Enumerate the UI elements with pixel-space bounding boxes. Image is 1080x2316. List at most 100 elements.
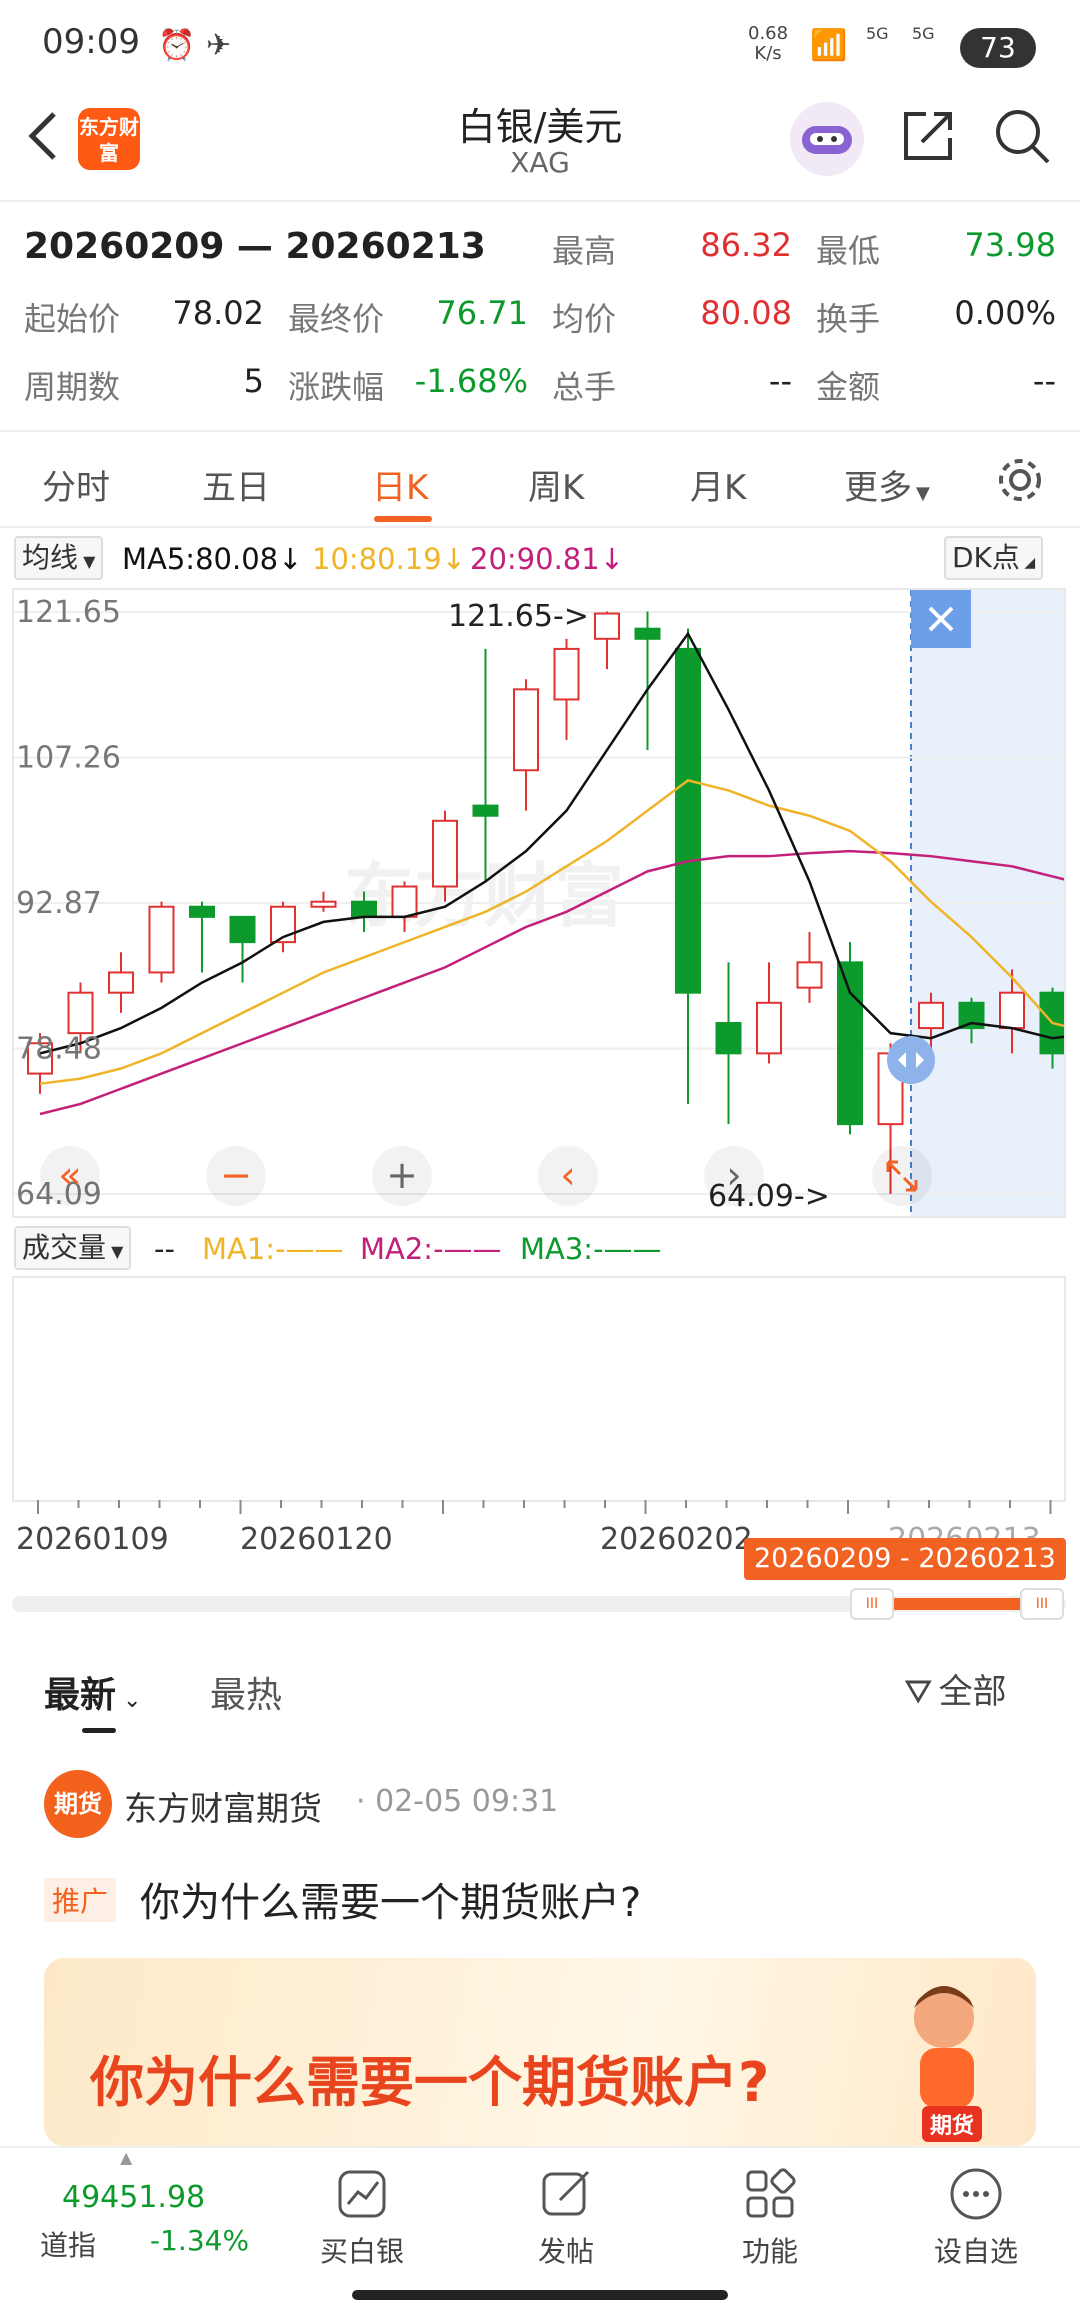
clock: 09:09 (42, 22, 140, 62)
chart-box-icon (338, 2170, 386, 2218)
chart-control-icon: + (386, 1153, 418, 1197)
author-avatar[interactable]: 期货 (44, 1770, 112, 1838)
amount-label: 金额 (816, 368, 881, 406)
filter-button[interactable]: ⛛ 全部 (904, 1664, 1007, 1713)
chart-control-icon: « (58, 1153, 81, 1197)
range-slider-right-handle[interactable]: III (1020, 1588, 1064, 1620)
avg-label: 均价 (552, 300, 617, 338)
index-value[interactable]: 49451.98 (62, 2180, 205, 2215)
candle-body (594, 612, 620, 640)
chart-settings-button[interactable] (994, 454, 1046, 506)
tab-five-day[interactable]: 五日 (202, 460, 270, 509)
date-axis: 20260109 20260120 20260202 20260213 2026… (0, 1500, 1080, 1580)
volume-selector[interactable]: 成交量 ▼ (14, 1226, 132, 1270)
share-icon (904, 112, 952, 160)
candle-body (715, 1022, 742, 1055)
tab-monthly-k[interactable]: 月K (690, 460, 746, 509)
vol-ma3: MA3:-—— (520, 1232, 662, 1266)
gear-icon (999, 459, 1041, 501)
period-tabs: 分时 五日 日K 周K 月K 更多 ▼ (0, 432, 1080, 528)
signal-5g-1: 5G (866, 24, 889, 43)
range-badge: 20260209 - 20260213 (744, 1538, 1066, 1580)
promo-tag: 推广 (44, 1878, 117, 1922)
search-icon (996, 110, 1050, 164)
signal-5g-2: 5G (912, 24, 935, 43)
vol-ma2: MA2:-—— (360, 1232, 502, 1266)
back-button[interactable] (18, 100, 68, 170)
post-banner[interactable]: 你为什么需要一个期货账户? 期货 (44, 1958, 1036, 2146)
close-value: 76.71 (436, 294, 528, 332)
selection-drag-handle (887, 1036, 935, 1084)
ma-selector[interactable]: 均线 ▼ (14, 536, 104, 580)
share-button[interactable] (896, 104, 960, 168)
open-label: 起始价 (24, 300, 121, 338)
range-slider-track[interactable]: III III (12, 1588, 1066, 1620)
battery-indicator: 73 (960, 28, 1036, 68)
turnover-label: 换手 (816, 300, 881, 338)
banner-text: 你为什么需要一个期货账户? (90, 2051, 770, 2114)
y-axis-label: 92.87 (16, 886, 102, 921)
functions-button[interactable]: 功能 (700, 2166, 840, 2270)
range-stats-panel: 20260209 — 20260213 最高 86.32 最低 73.98 起始… (0, 204, 1080, 432)
candle-body (918, 1001, 944, 1030)
post-title[interactable]: 你为什么需要一个期货账户? (140, 1870, 641, 1928)
author-name[interactable]: 东方财富期货 (124, 1782, 322, 1830)
tab-intraday[interactable]: 分时 (42, 460, 110, 509)
date-label-2: 20260120 (240, 1522, 393, 1557)
back-arrow-icon (28, 112, 56, 160)
candle-body (999, 991, 1025, 1030)
y-axis-label: 121.65 (16, 595, 121, 630)
tab-hot[interactable]: 最热 (210, 1666, 282, 1718)
filter-icon: ⛛ (904, 1672, 933, 1712)
candle-body (310, 900, 337, 908)
robot-icon (802, 126, 852, 154)
y-axis-label: 78.48 (16, 1032, 102, 1067)
candle-body (148, 905, 175, 974)
ma20-value: 20:90.81↓ (470, 542, 625, 576)
bottom-nav: ▲ 49451.98 道指 -1.34% 买白银 发帖 功能 设自选 (0, 2146, 1080, 2276)
feed-tab-indicator (82, 1728, 116, 1733)
watermark: 东方财富 (344, 855, 624, 937)
dk-points-button[interactable]: DK点 ◢ (944, 536, 1044, 580)
change-label: 涨跌幅 (288, 368, 385, 406)
ai-assistant-button[interactable] (790, 102, 864, 176)
buy-silver-button[interactable]: 买白银 (292, 2166, 432, 2270)
page-subtitle: XAG (510, 146, 570, 179)
date-label-3: 20260202 (600, 1522, 753, 1557)
candle-body (756, 1001, 782, 1055)
candle-body (675, 647, 701, 994)
change-value: -1.68% (414, 362, 528, 400)
search-button[interactable] (990, 104, 1054, 168)
active-tab-indicator (374, 516, 432, 522)
home-indicator (352, 2290, 728, 2300)
high-value: 86.32 (700, 226, 792, 264)
top-nav: 东方财富 白银/美元 XAG (0, 90, 1080, 202)
candle-body (108, 971, 134, 994)
close-label: 最终价 (288, 300, 385, 338)
candle-body (351, 900, 377, 918)
date-ticks (37, 1500, 1052, 1514)
volume-chart[interactable] (12, 1276, 1066, 1502)
volume-legend-bar: 成交量 ▼ -- MA1:-—— MA2:-—— MA3:-—— (0, 1222, 1080, 1272)
candle-body (432, 819, 458, 888)
dropdown-icon: ▼ (916, 483, 930, 504)
tab-weekly-k[interactable]: 周K (528, 460, 584, 509)
tab-daily-k[interactable]: 日K (372, 460, 428, 509)
high-label: 最高 (552, 232, 617, 270)
add-watchlist-button[interactable]: 设自选 (906, 2166, 1046, 2270)
expand-index-icon[interactable]: ▲ (120, 2148, 132, 2167)
range-slider-left-handle[interactable]: III (850, 1588, 894, 1620)
ma5-value: MA5:80.08↓ (122, 542, 303, 576)
post-button[interactable]: 发帖 (496, 2166, 636, 2270)
page-title: 白银/美元 (457, 105, 623, 149)
date-range: 20260209 — 20260213 (24, 226, 486, 267)
tab-latest[interactable]: 最新 ⌄ (44, 1666, 141, 1718)
chart-control-icon: › (726, 1153, 741, 1197)
candle-body (472, 804, 499, 817)
kline-chart[interactable]: 东方财富121.65107.2692.8778.4864.09121.65->6… (12, 588, 1080, 1218)
periods-label: 周期数 (24, 368, 121, 406)
candle-body (189, 905, 215, 918)
net-speed: 0.68 K/s (748, 23, 789, 64)
tab-more[interactable]: 更多 ▼ (844, 460, 930, 509)
volume-value: -- (768, 362, 792, 400)
